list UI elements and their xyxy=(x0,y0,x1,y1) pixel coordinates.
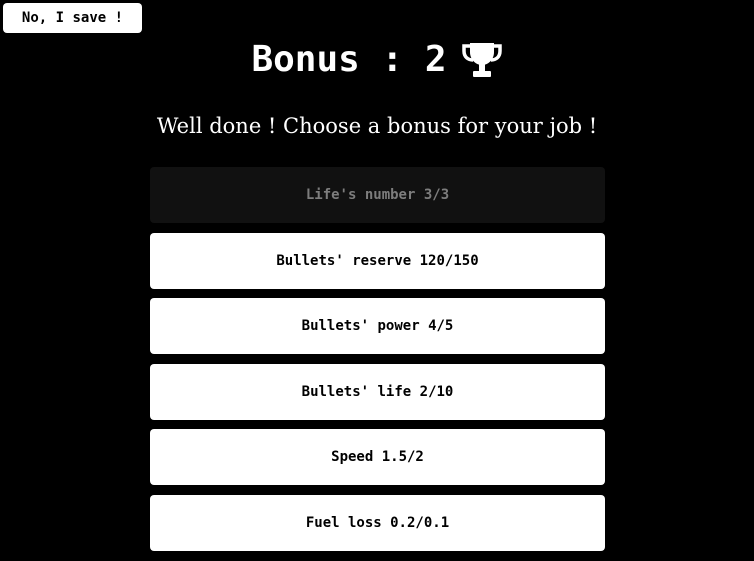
bonus-option-lives: Life's number 3/3 xyxy=(150,167,605,223)
bonus-option-speed[interactable]: Speed 1.5/2 xyxy=(150,429,605,485)
trophy-icon xyxy=(461,40,503,80)
bonus-option-bullets-reserve[interactable]: Bullets' reserve 120/150 xyxy=(150,232,605,289)
title-row: Bonus : 2 xyxy=(0,36,754,84)
page-title: Bonus : 2 xyxy=(251,39,447,80)
bonus-screen: No, I save ! Bonus : 2 Well done ! Choos… xyxy=(0,0,754,561)
bonus-options-list: Life's number 3/3 Bullets' reserve 120/1… xyxy=(150,167,605,560)
bonus-option-bullets-power[interactable]: Bullets' power 4/5 xyxy=(150,298,605,354)
bonus-option-bullets-life[interactable]: Bullets' life 2/10 xyxy=(150,363,605,420)
bonus-option-fuel-loss[interactable]: Fuel loss 0.2/0.1 xyxy=(150,494,605,551)
save-button[interactable]: No, I save ! xyxy=(3,3,142,33)
subtitle: Well done ! Choose a bonus for your job … xyxy=(156,114,598,138)
